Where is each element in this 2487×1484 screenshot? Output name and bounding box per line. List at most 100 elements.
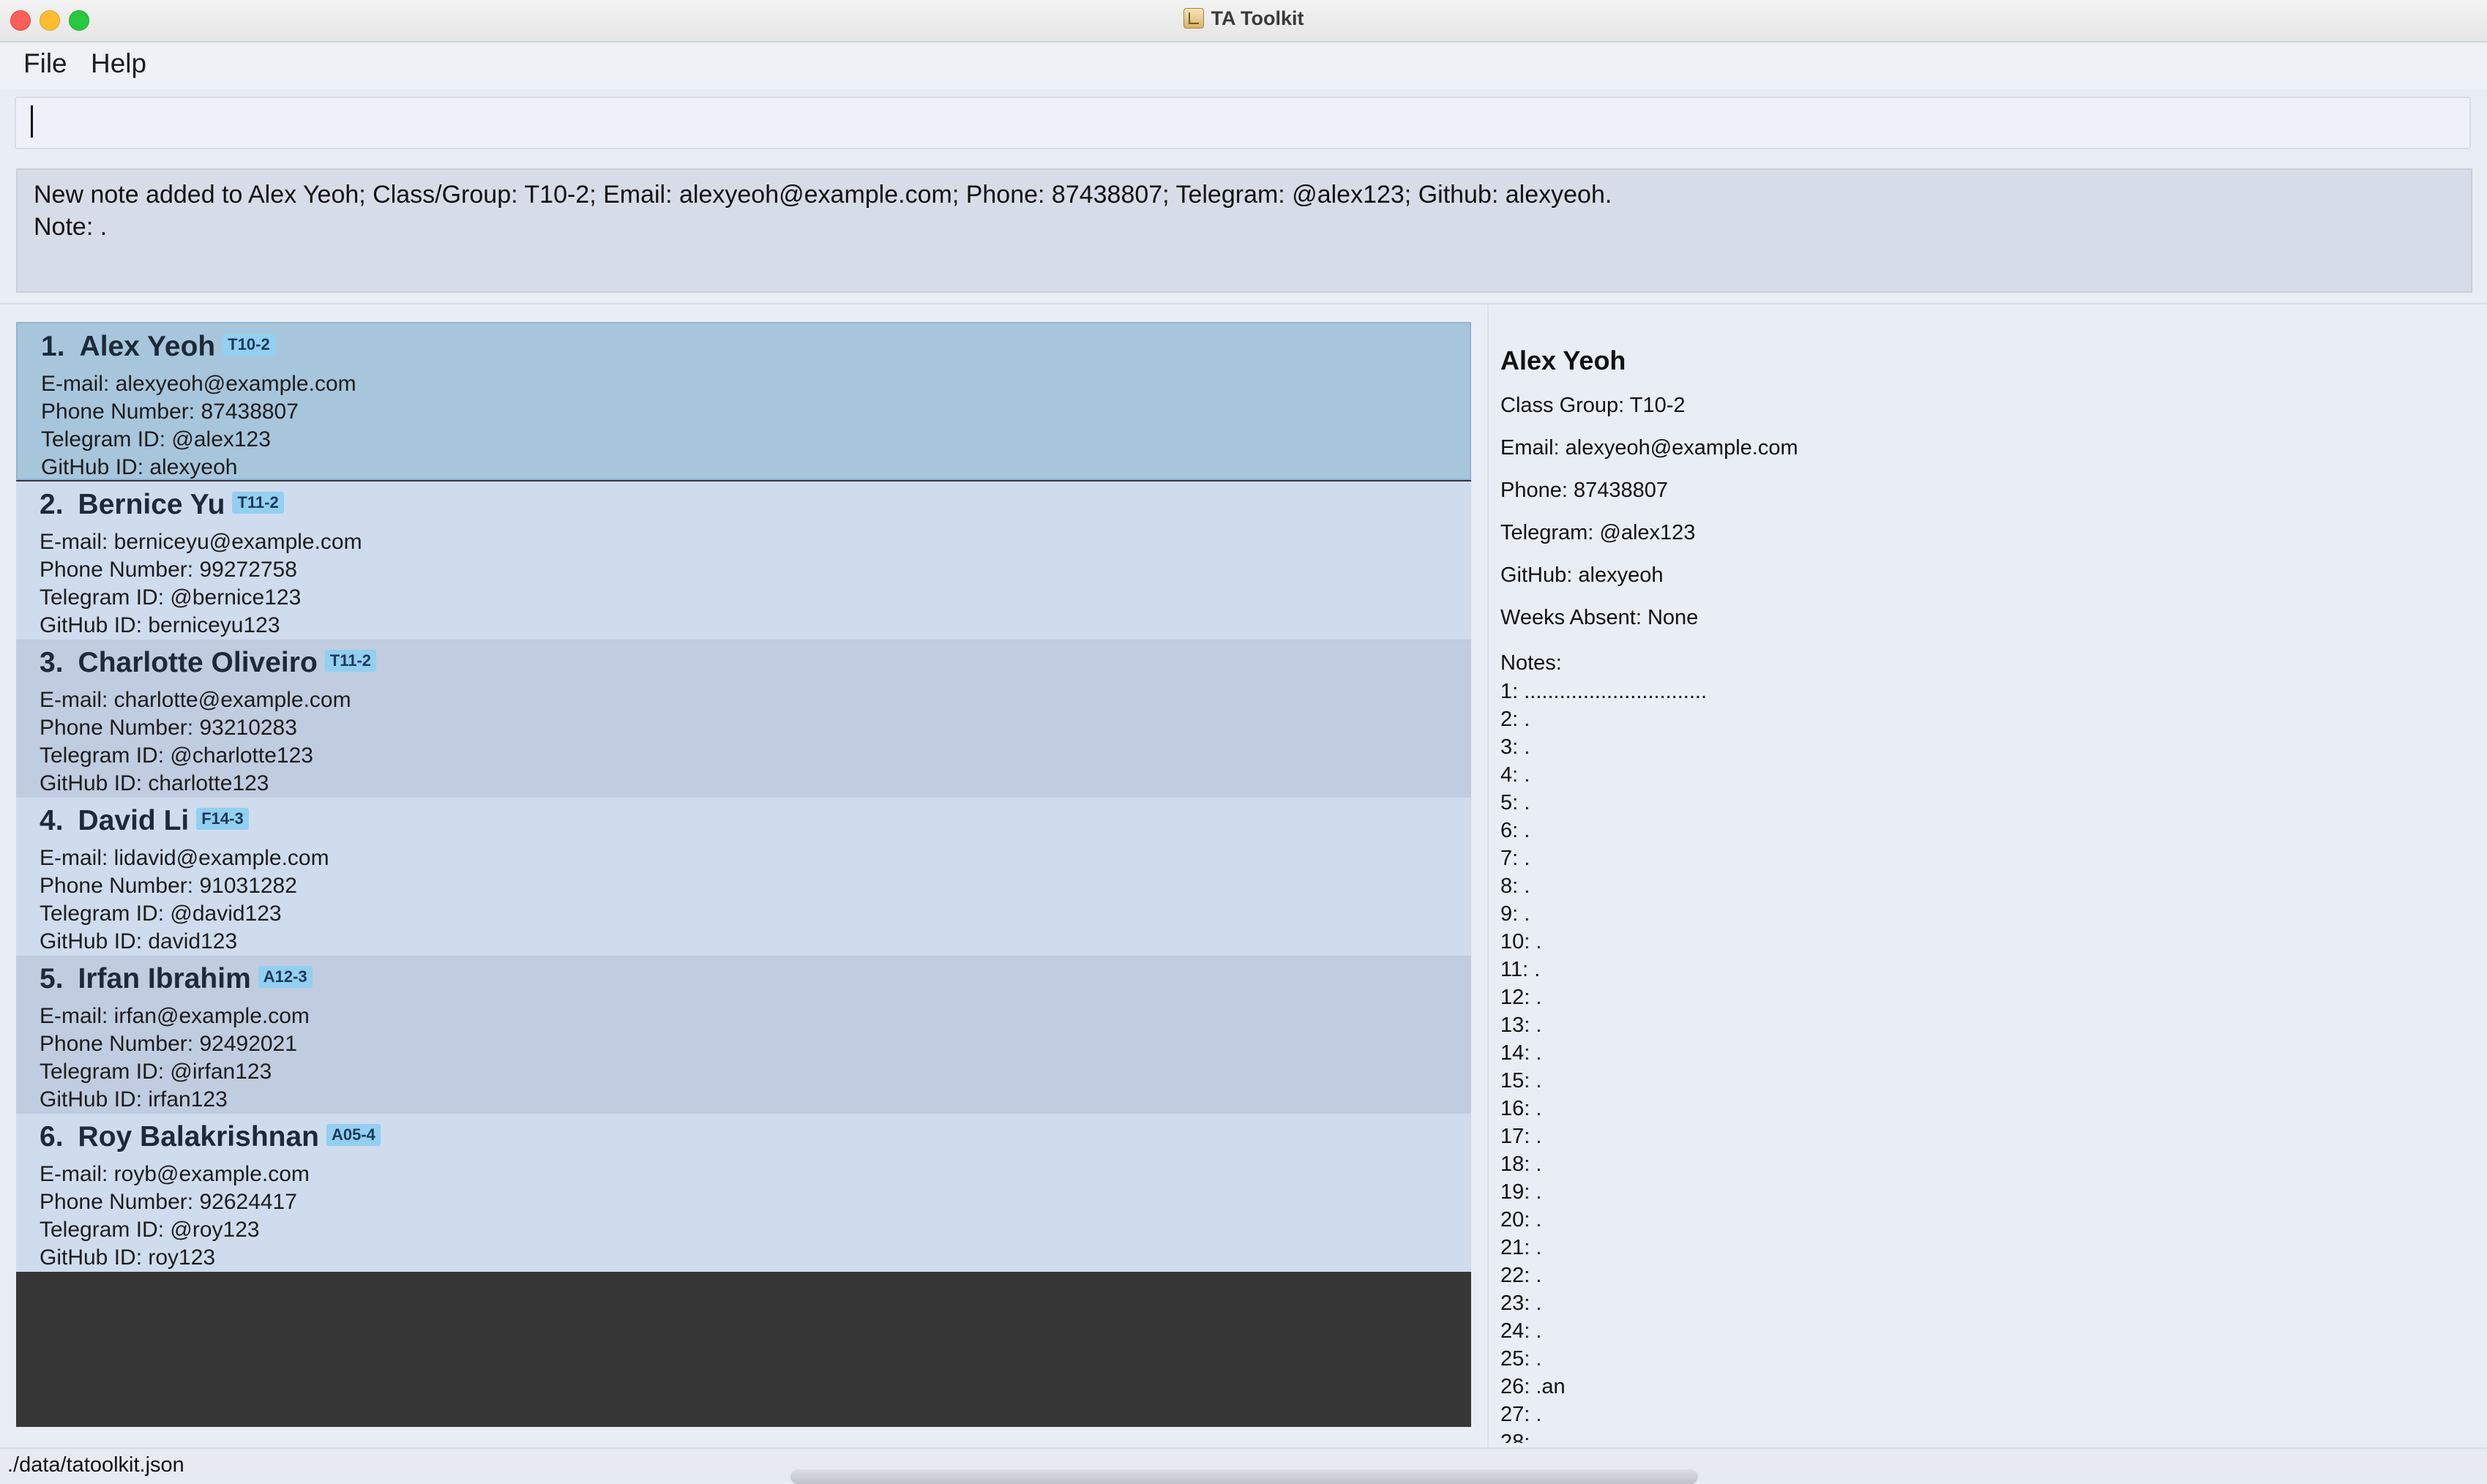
note-item: 4: .: [1500, 763, 1530, 787]
note-item: 2: .: [1500, 708, 1530, 731]
menu-help[interactable]: Help: [91, 48, 146, 79]
person-index: 2.: [40, 489, 64, 520]
note-item: 19: .: [1500, 1180, 1542, 1204]
note-item: 14: .: [1500, 1041, 1542, 1065]
horizontal-scrollbar[interactable]: [790, 1469, 1698, 1484]
panel-divider[interactable]: [1487, 304, 1489, 1447]
note-item: 22: .: [1500, 1264, 1542, 1287]
note-item: 10: .: [1500, 930, 1542, 953]
note-item: 25: .: [1500, 1347, 1542, 1371]
person-telegram: Telegram ID: @bernice123: [40, 585, 302, 610]
class-tag: F14-3: [196, 808, 249, 830]
person-github: GitHub ID: david123: [40, 929, 238, 953]
note-item: 26: .an: [1500, 1375, 1566, 1398]
person-list[interactable]: 1. Alex Yeoh T10-2 E-mail: alexyeoh@exampl…: [16, 322, 1471, 1427]
person-email: E-mail: alexyeoh@example.com: [41, 372, 356, 396]
person-github: GitHub ID: roy123: [40, 1245, 216, 1270]
note-item: 13: .: [1500, 1013, 1542, 1037]
note-item: 16: .: [1500, 1097, 1542, 1120]
person-email: E-mail: lidavid@example.com: [40, 846, 329, 870]
divider: [0, 303, 2487, 304]
person-phone: Phone Number: 99272758: [40, 558, 297, 582]
person-telegram: Telegram ID: @irfan123: [40, 1060, 272, 1084]
note-item: 7: .: [1500, 847, 1530, 870]
note-item: 18: .: [1500, 1153, 1542, 1176]
class-tag: T11-2: [232, 492, 284, 514]
person-card[interactable]: 1. Alex Yeoh T10-2 E-mail: alexyeoh@exampl…: [16, 322, 1471, 480]
person-card-header: 1. Alex Yeoh T10-2: [41, 331, 1470, 370]
person-phone: Phone Number: 92624417: [40, 1190, 297, 1214]
person-github: GitHub ID: charlotte123: [40, 771, 269, 795]
detail-email: Email: alexyeoh@example.com: [1500, 436, 1798, 460]
person-card-header: 5. Irfan Ibrahim A12-3: [40, 963, 1471, 1003]
class-tag: A12-3: [258, 966, 313, 988]
note-item: 5: .: [1500, 791, 1530, 814]
class-tag: T11-2: [324, 650, 377, 672]
person-card[interactable]: 6. Roy Balakrishnan A05-4 E-mail: royb@exa…: [16, 1114, 1471, 1272]
command-input[interactable]: [15, 97, 2471, 149]
result-line-1: New note added to Alex Yeoh; Class/Group…: [34, 181, 1612, 209]
save-location: ./data/tatoolkit.json: [7, 1453, 184, 1477]
person-email: E-mail: berniceyu@example.com: [40, 530, 362, 554]
person-name: Bernice Yu: [78, 489, 225, 520]
note-item: 27: .: [1500, 1403, 1542, 1426]
menu-file[interactable]: File: [23, 48, 67, 79]
detail-weeks-absent: Weeks Absent: None: [1500, 606, 1699, 629]
person-telegram: Telegram ID: @roy123: [40, 1218, 260, 1242]
note-item: 3: .: [1500, 735, 1530, 759]
note-item: 21: .: [1500, 1236, 1542, 1259]
person-index: 1.: [41, 331, 65, 362]
person-detail-panel: Alex Yeoh Class Group: T10-2 Email: alex…: [1500, 345, 2474, 1443]
title-bar: TA Toolkit: [0, 0, 2487, 42]
notebook-icon: [1183, 8, 1204, 29]
person-telegram: Telegram ID: @charlotte123: [40, 743, 313, 768]
person-github: GitHub ID: berniceyu123: [40, 613, 280, 637]
note-item: 28: .: [1500, 1431, 1542, 1443]
person-card[interactable]: 5. Irfan Ibrahim A12-3 E-mail: irfan@examp…: [16, 956, 1471, 1114]
result-line-2: Note: .: [34, 213, 108, 241]
person-card[interactable]: 3. Charlotte Oliveiro T11-2 E-mail: charlo…: [16, 640, 1471, 798]
note-item: 11: .: [1500, 958, 1541, 981]
person-name: Roy Balakrishnan: [78, 1121, 319, 1153]
note-item: 1: ...............................: [1500, 680, 1708, 703]
text-cursor: [31, 105, 33, 138]
note-item: 24: .: [1500, 1319, 1542, 1343]
person-name: Irfan Ibrahim: [78, 963, 251, 994]
menu-bar: File Help: [0, 42, 2487, 89]
detail-github: GitHub: alexyeoh: [1500, 563, 1664, 587]
note-item: 20: .: [1500, 1208, 1542, 1232]
detail-class-group: Class Group: T10-2: [1500, 394, 1686, 417]
detail-telegram: Telegram: @alex123: [1500, 521, 1696, 544]
note-item: 9: .: [1500, 902, 1530, 926]
person-card-header: 2. Bernice Yu T11-2: [40, 489, 1471, 528]
person-phone: Phone Number: 87438807: [41, 400, 299, 424]
person-index: 4.: [40, 805, 64, 836]
note-item: 8: .: [1500, 874, 1530, 898]
person-email: E-mail: irfan@example.com: [40, 1004, 310, 1028]
person-index: 5.: [40, 963, 64, 994]
class-tag: T10-2: [222, 334, 275, 356]
person-phone: Phone Number: 92492021: [40, 1032, 297, 1056]
person-name: Charlotte Oliveiro: [78, 647, 318, 678]
note-item: 23: .: [1500, 1292, 1542, 1315]
person-phone: Phone Number: 93210283: [40, 716, 297, 740]
notes-list: 1: ............................... 2: . …: [1500, 678, 2474, 1443]
result-display: New note added to Alex Yeoh; Class/Group…: [16, 168, 2472, 293]
window-title-text: TA Toolkit: [1211, 7, 1304, 29]
person-github: GitHub ID: alexyeoh: [41, 455, 238, 479]
person-index: 6.: [40, 1121, 64, 1153]
detail-name: Alex Yeoh: [1500, 345, 1626, 375]
person-github: GitHub ID: irfan123: [40, 1087, 228, 1112]
person-email: E-mail: royb@example.com: [40, 1162, 310, 1186]
class-tag: A05-4: [326, 1124, 381, 1146]
person-index: 3.: [40, 647, 64, 678]
person-card[interactable]: 4. David Li F14-3 E-mail: lidavid@example.…: [16, 798, 1471, 956]
person-card-header: 6. Roy Balakrishnan A05-4: [40, 1121, 1471, 1161]
person-phone: Phone Number: 91031282: [40, 874, 297, 898]
person-name: David Li: [78, 805, 190, 836]
person-card[interactable]: 2. Bernice Yu T11-2 E-mail: berniceyu@exam…: [16, 481, 1471, 640]
note-item: 15: .: [1500, 1069, 1542, 1093]
window-title: TA Toolkit: [0, 7, 2487, 30]
person-telegram: Telegram ID: @david123: [40, 902, 282, 926]
person-telegram: Telegram ID: @alex123: [41, 427, 271, 451]
